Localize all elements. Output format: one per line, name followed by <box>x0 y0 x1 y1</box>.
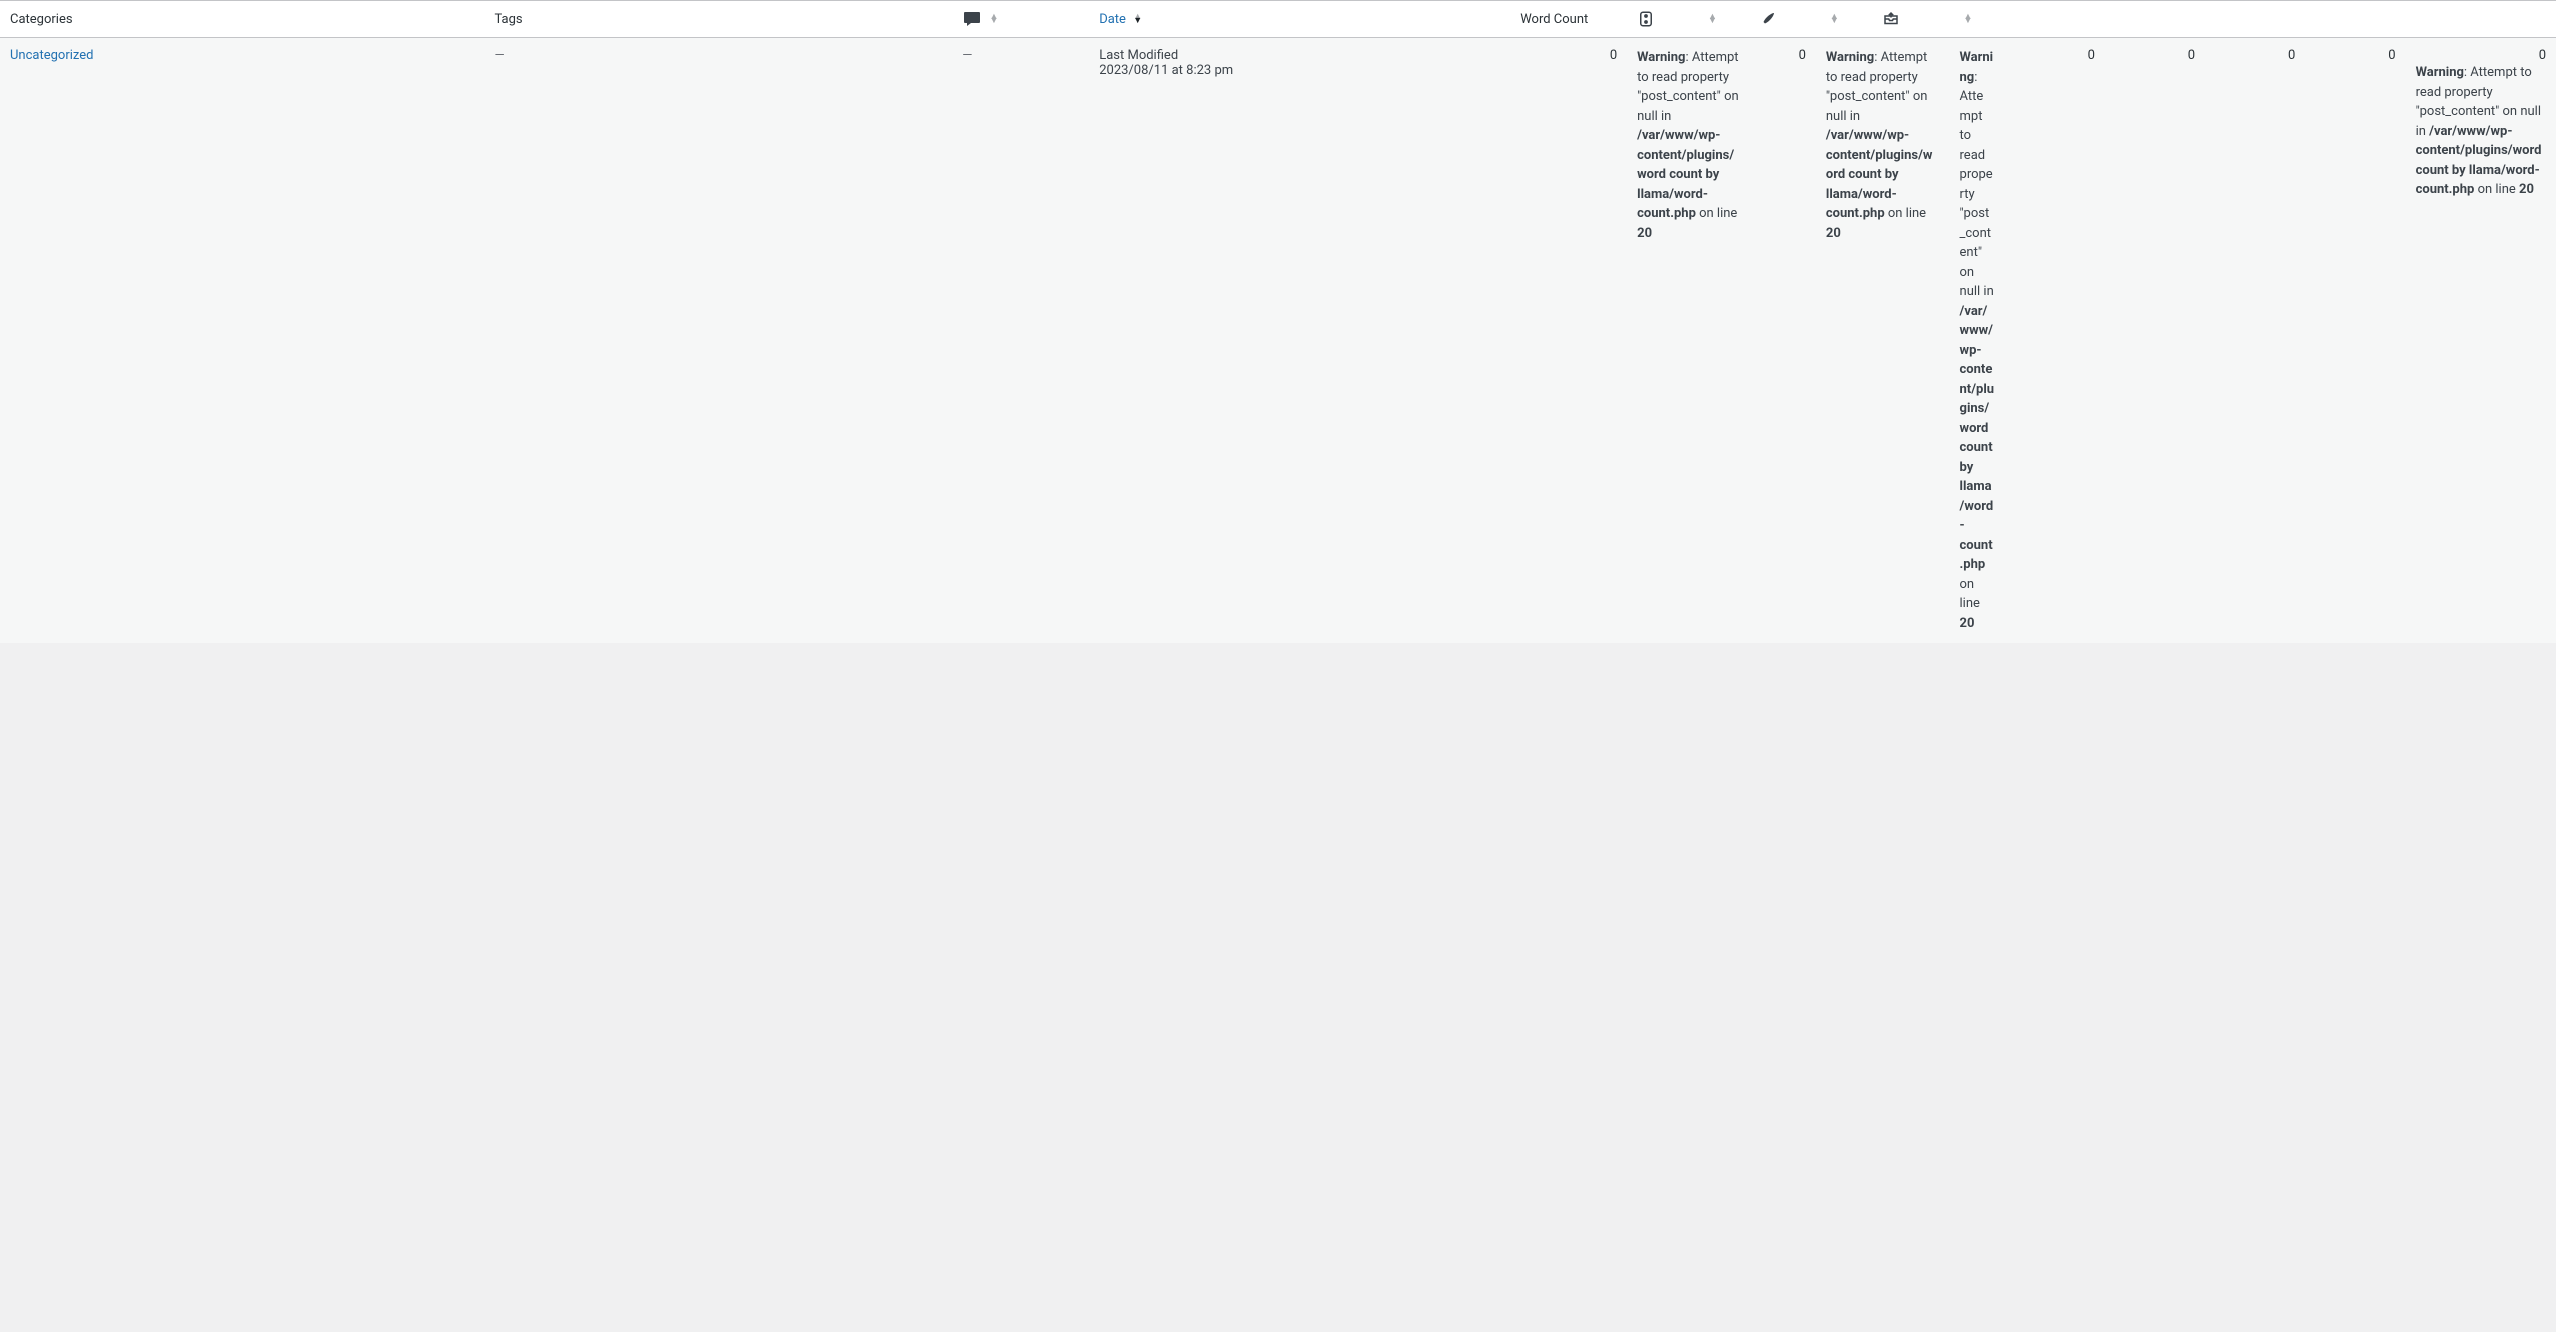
cell-zero-4: 0 <box>2105 38 2205 644</box>
warn-line: 20 <box>1960 616 1975 631</box>
column-categories[interactable]: Categories <box>0 1 484 38</box>
cell-zero-6: 0 <box>2305 38 2405 644</box>
cell-comments: — <box>952 38 1089 644</box>
inbox-icon <box>1881 10 1901 28</box>
column-extra2 <box>2105 1 2205 38</box>
warn-line: 20 <box>1826 226 1841 241</box>
warn-online: on line <box>1696 206 1737 221</box>
zero-value: 0 <box>1610 48 1617 63</box>
cell-zero-5: 0 <box>2205 38 2305 644</box>
column-comments[interactable]: ▲▼ <box>952 1 1089 38</box>
zero-value: 0 <box>2288 48 2295 63</box>
column-scroll[interactable] <box>1627 1 1694 38</box>
warn-label: Warning <box>1826 50 1874 65</box>
sort-indicator: ▲▼ <box>1830 15 1839 24</box>
posts-table: Categories Tags ▲▼ Date ▲▼ Word Count ▲▼ <box>0 0 2556 643</box>
tags-value: — <box>494 48 504 63</box>
column-author-sort[interactable]: ▲▼ <box>1816 1 1871 38</box>
warn-online: on line <box>2474 182 2519 197</box>
scroll-icon <box>1637 10 1655 28</box>
zero-value: 0 <box>2088 48 2095 63</box>
cell-warning-1: Warning: Attempt to read property "post_… <box>1627 38 1749 644</box>
warn-path: /var/www/wp-content/plugins/word count b… <box>1960 304 1995 573</box>
category-link[interactable]: Uncategorized <box>10 48 93 63</box>
column-extra1 <box>2005 1 2105 38</box>
column-extra3 <box>2205 1 2305 38</box>
cell-date: Last Modified 2023/08/11 at 8:23 pm <box>1089 38 1510 644</box>
column-extra4 <box>2305 1 2405 38</box>
warn-online: on line <box>1960 577 1980 612</box>
cell-zero-3: 0 <box>2005 38 2105 644</box>
column-inbox[interactable] <box>1871 1 1950 38</box>
warn-msg: : Attempt to read property "post_content… <box>1960 70 1994 300</box>
col-label-tags: Tags <box>494 12 522 27</box>
zero-value: 0 <box>1799 48 1806 63</box>
warn-line: 20 <box>2519 182 2534 197</box>
zero-value: 0 <box>2539 48 2546 63</box>
date-value: 2023/08/11 at 8:23 pm <box>1099 63 1500 78</box>
warn-online: on line <box>1885 206 1926 221</box>
column-word-count[interactable]: Word Count <box>1510 1 1627 38</box>
date-label: Last Modified <box>1099 48 1500 63</box>
sort-indicator: ▲▼ <box>1708 15 1717 24</box>
zero-value: 0 <box>2188 48 2195 63</box>
comments-value: — <box>962 48 972 63</box>
col-label-categories: Categories <box>10 12 73 27</box>
zero-value: 0 <box>2388 48 2395 63</box>
table-row: Uncategorized — — Last Modified 2023/08/… <box>0 38 2556 644</box>
column-author[interactable] <box>1749 1 1816 38</box>
warn-label: Warning <box>1637 50 1685 65</box>
column-extra5 <box>2406 1 2556 38</box>
sort-indicator: ▲▼ <box>989 15 998 24</box>
warn-label: Warning <box>2416 65 2464 80</box>
col-label-wordcount: Word Count <box>1520 12 1588 27</box>
sort-indicator: ▲▼ <box>1133 15 1142 24</box>
cell-warning-2: Warning: Attempt to read property "post_… <box>1816 38 1950 644</box>
column-scroll-sort[interactable]: ▲▼ <box>1694 1 1749 38</box>
cell-zero-2: 0 <box>1749 38 1816 644</box>
cell-wc-zero: 0 <box>1510 38 1627 644</box>
cell-warning-3-and-zero: Warning: Attempt to read property "post_… <box>1950 38 2005 644</box>
column-tags[interactable]: Tags <box>484 1 952 38</box>
comment-icon <box>962 9 982 29</box>
feather-icon <box>1759 10 1777 28</box>
col-label-date[interactable]: Date <box>1099 12 1126 27</box>
column-inbox-sort[interactable]: ▲▼ <box>1950 1 2005 38</box>
cell-categories: Uncategorized <box>0 38 484 644</box>
warn-line: 20 <box>1637 226 1652 241</box>
cell-warning-4-and-zero: 0 Warning: Attempt to read property "pos… <box>2406 38 2556 644</box>
column-date[interactable]: Date ▲▼ <box>1089 1 1510 38</box>
cell-tags: — <box>484 38 952 644</box>
sort-indicator: ▲▼ <box>1964 15 1973 24</box>
